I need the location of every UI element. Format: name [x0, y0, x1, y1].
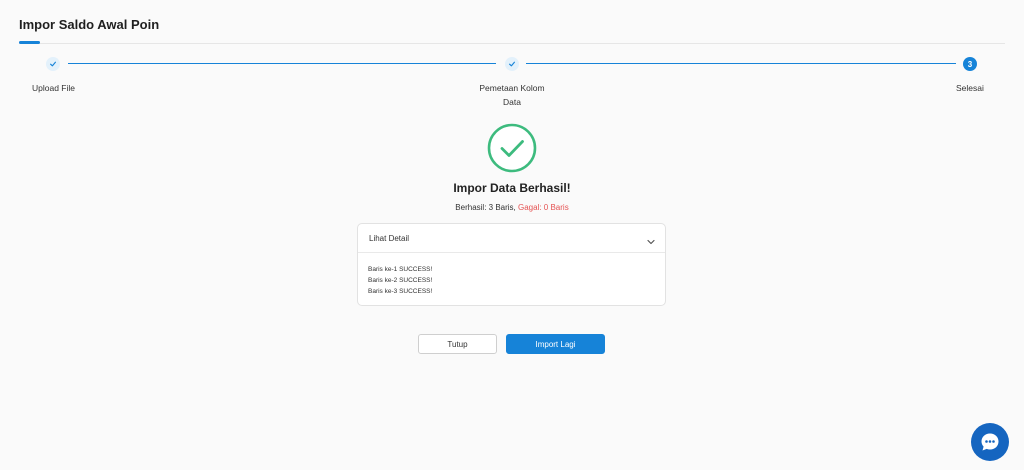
result-title: Impor Data Berhasil! — [453, 181, 571, 195]
step-connector-1 — [68, 63, 496, 64]
detail-toggle[interactable]: Lihat Detail — [358, 224, 665, 253]
step-2-label-line1: Pemetaan Kolom — [479, 83, 545, 93]
step-3-number: 3 — [963, 57, 977, 71]
page-title: Impor Saldo Awal Poin — [19, 17, 160, 32]
success-check-icon — [487, 123, 537, 173]
detail-panel: Lihat Detail Baris ke-1 SUCCESS! Baris k… — [357, 223, 666, 306]
result-fail-count: Gagal: 0 Baris — [518, 203, 569, 212]
close-button[interactable]: Tutup — [418, 334, 497, 354]
step-2-check-icon — [505, 57, 519, 71]
detail-line: Baris ke-1 SUCCESS! — [368, 266, 433, 273]
result-summary: Berhasil: 3 Baris, Gagal: 0 Baris — [0, 203, 1024, 212]
page-header: Impor Saldo Awal Poin — [0, 0, 1024, 44]
step-connector-2 — [526, 63, 956, 64]
header-underline — [19, 41, 40, 44]
chat-icon — [981, 433, 999, 451]
chevron-down-icon — [646, 234, 656, 245]
detail-title: Lihat Detail — [369, 234, 410, 243]
detail-line: Baris ke-3 SUCCESS! — [368, 288, 433, 295]
import-again-button[interactable]: Import Lagi — [506, 334, 605, 354]
detail-lines: Baris ke-1 SUCCESS! Baris ke-2 SUCCESS! … — [368, 264, 432, 297]
step-2-label-line2: Data — [503, 97, 521, 107]
step-1-check-icon — [46, 57, 60, 71]
detail-line: Baris ke-2 SUCCESS! — [368, 277, 433, 284]
step-1-label: Upload File — [32, 83, 75, 93]
step-2-label: Pemetaan Kolom Data — [462, 81, 562, 109]
step-3-label: Selesai — [956, 83, 984, 93]
chat-button[interactable] — [971, 423, 1009, 461]
header-divider — [19, 43, 1005, 44]
result-success-count: Berhasil: 3 Baris, — [455, 203, 516, 212]
